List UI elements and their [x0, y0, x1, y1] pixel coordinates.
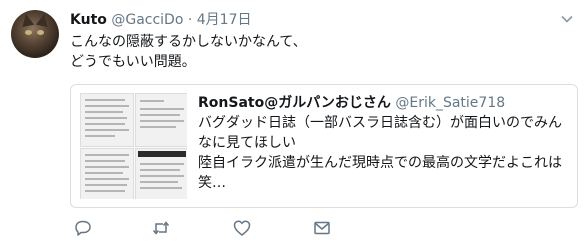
- author-handle[interactable]: @GacciDo: [111, 12, 183, 28]
- separator: ·: [187, 12, 193, 28]
- quoted-tweet-content: RonSato@ガルパンおじさん @Erik_Satie718 バグダッド日誌（…: [198, 93, 569, 193]
- quoted-text-line: 笑…: [198, 175, 226, 191]
- quoted-header: RonSato@ガルパンおじさん @Erik_Satie718: [198, 93, 569, 113]
- tweet[interactable]: Kuto @GacciDo · 4月17日 こんなの隠蔽するかしないかなんて、 …: [0, 0, 588, 249]
- quoted-author-handle: @Erik_Satie718: [395, 95, 506, 111]
- author-name[interactable]: Kuto: [70, 12, 107, 28]
- tweet-date[interactable]: 4月17日: [197, 12, 252, 28]
- heart-icon[interactable]: [232, 218, 252, 238]
- quoted-tweet-card[interactable]: RonSato@ガルパンおじさん @Erik_Satie718 バグダッド日誌（…: [70, 84, 578, 208]
- direct-message-icon[interactable]: [312, 218, 332, 238]
- avatar[interactable]: [11, 10, 59, 58]
- quoted-media-thumbnail[interactable]: [80, 93, 187, 199]
- quoted-text-line: なに見てほしい: [198, 135, 296, 151]
- retweet-icon[interactable]: [151, 218, 171, 238]
- tweet-text-line: こんなの隠蔽するかしないかなんて、: [70, 34, 307, 50]
- chevron-down-icon[interactable]: [560, 12, 574, 26]
- tweet-header: Kuto @GacciDo · 4月17日: [70, 9, 252, 29]
- tweet-text: こんなの隠蔽するかしないかなんて、 どうでもいい問題。: [70, 32, 307, 72]
- quoted-text-line: バグダッド日誌（一部バスラ日誌含む）が面白いのでみん: [198, 115, 562, 131]
- tweet-text-line: どうでもいい問題。: [70, 54, 196, 70]
- quoted-author-name: RonSato@ガルパンおじさん: [198, 95, 391, 111]
- reply-icon[interactable]: [73, 218, 93, 238]
- quoted-text-line: 陸自イラク派遣が生んだ現時点での最高の文学だよこれは: [198, 155, 562, 171]
